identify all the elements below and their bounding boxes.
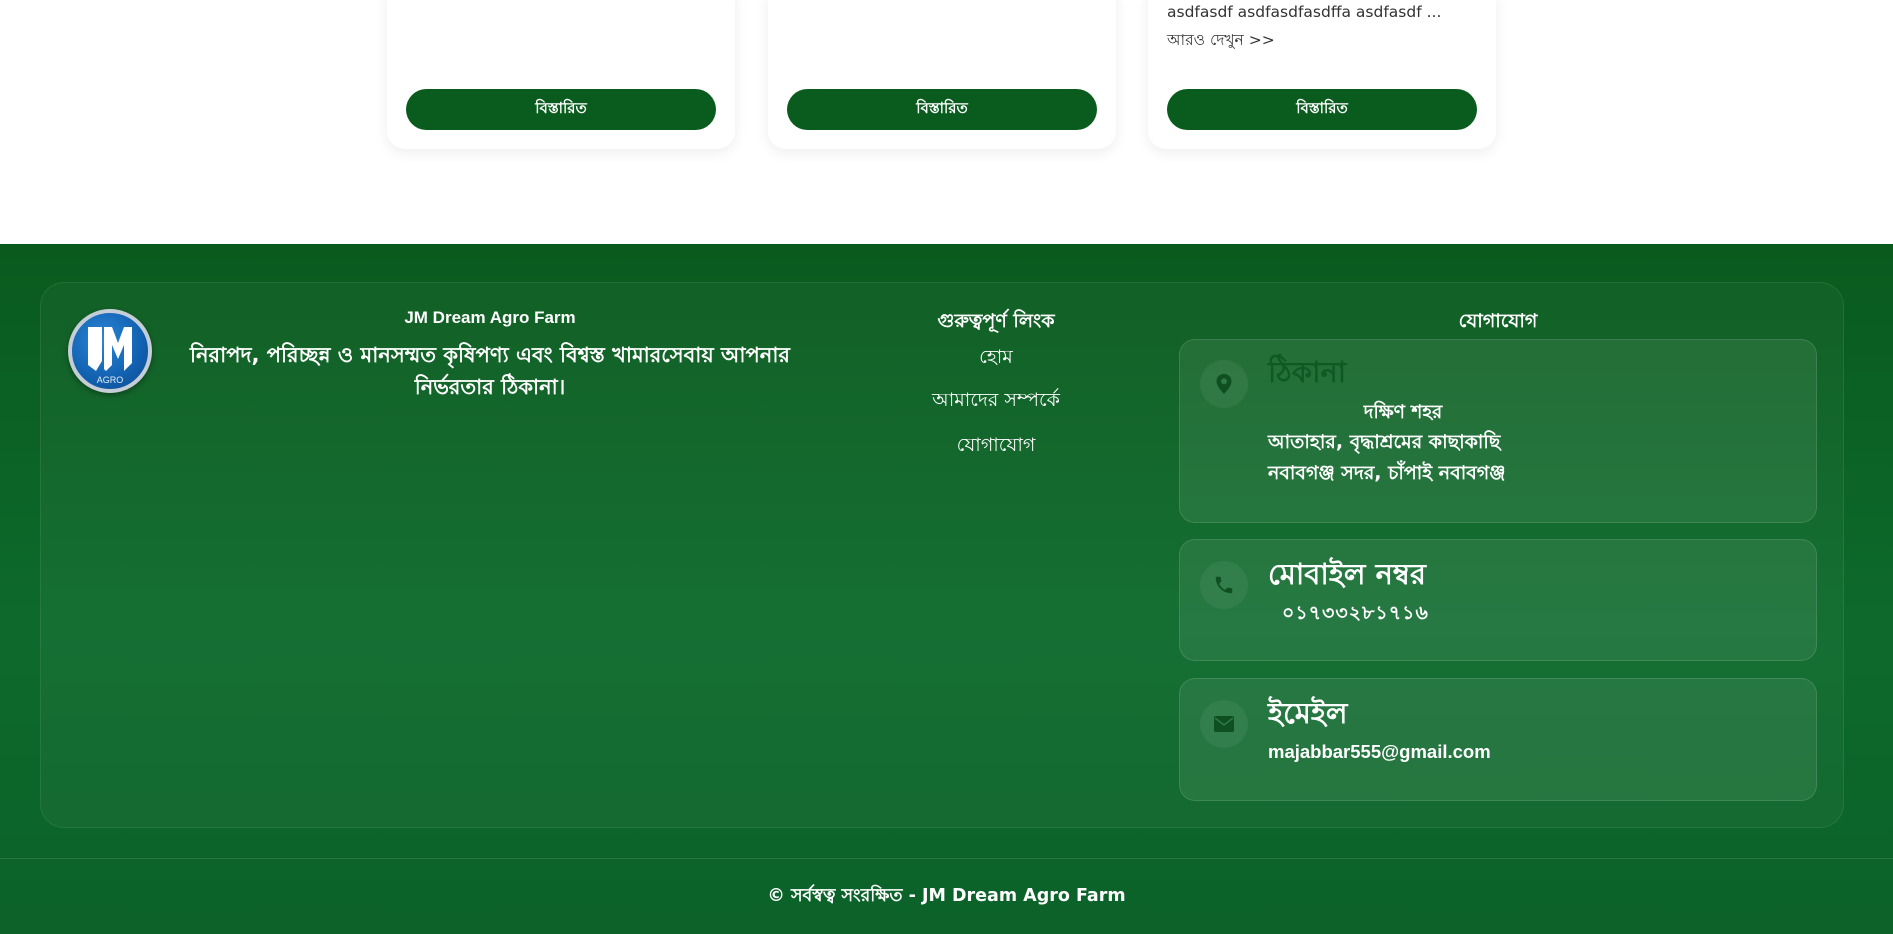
address-title: ঠিকানা <box>1268 355 1347 389</box>
card-excerpt: asdfasdf asdfasdfasdffa asdfasdf ... আরও… <box>1167 3 1442 49</box>
address-line: নবাবগঞ্জ সদর, চাঁপাই নবাবগঞ্জ <box>1268 462 1506 484</box>
email-address[interactable]: majabbar555@gmail.com <box>1268 741 1491 763</box>
details-button[interactable]: বিস্তারিত <box>406 89 716 130</box>
product-card: বিস্তারিত <box>768 0 1116 149</box>
products-section: বিস্তারিত বিস্তারিত asdfasdf asdfasdfasd… <box>0 0 1893 244</box>
footer-link-contact[interactable]: যোগাযোগ <box>821 431 1171 463</box>
footer-divider <box>0 858 1893 859</box>
phone-icon <box>1200 561 1248 609</box>
address-line: আতাহার, বৃদ্ধাশ্রমের কাছাকাছি <box>1268 431 1501 453</box>
phone-box: মোবাইল নম্বর ০১৭৩৩২৮১৭১৬ <box>1179 539 1817 661</box>
address-line: দক্ষিণ শহর <box>1363 402 1443 423</box>
product-card: বিস্তারিত <box>387 0 735 149</box>
email-box: ইমেইল majabbar555@gmail.com <box>1179 678 1817 801</box>
links-heading: গুরুত্বপূর্ণ লিংক <box>937 310 1055 332</box>
logo-sub-text: AGRO <box>97 375 124 385</box>
details-button[interactable]: বিস্তারিত <box>1167 89 1477 130</box>
location-pin-icon <box>1200 360 1248 408</box>
phone-number[interactable]: ০১৭৩৩২৮১৭১৬ <box>1282 599 1429 631</box>
footer-panel: AGRO JM Dream Agro Farm নিরাপদ, পরিচ্ছন্… <box>40 282 1844 828</box>
footer-link-about[interactable]: আমাদের সম্পর্কে <box>821 386 1171 418</box>
copyright-text: © সর্বস্বত্ব সংরক্ষিত - JM Dream Agro Fa… <box>767 886 1126 906</box>
brand-tagline: নিরাপদ, পরিচ্ছন্ন ও মানসম্মত কৃষিপণ্য এব… <box>190 343 790 399</box>
product-card: asdfasdf asdfasdfasdffa asdfasdf ... আরও… <box>1148 0 1496 149</box>
email-title: ইমেইল <box>1268 696 1348 730</box>
site-footer: AGRO JM Dream Agro Farm নিরাপদ, পরিচ্ছন্… <box>0 244 1893 934</box>
jm-agro-logo: AGRO <box>68 309 152 393</box>
contact-heading: যোগাযোগ <box>1458 310 1538 332</box>
envelope-icon <box>1200 700 1248 748</box>
address-box: ঠিকানা দক্ষিণ শহর আতাহার, বৃদ্ধাশ্রমের ক… <box>1179 339 1817 523</box>
footer-link-home[interactable]: হোম <box>821 343 1171 375</box>
logo-mark-icon: AGRO <box>88 327 132 385</box>
brand-title: JM Dream Agro Farm <box>404 308 576 327</box>
phone-title: মোবাইল নম্বর <box>1268 557 1426 591</box>
page: বিস্তারিত বিস্তারিত asdfasdf asdfasdfasd… <box>0 0 1893 934</box>
details-button[interactable]: বিস্তারিত <box>787 89 1097 130</box>
